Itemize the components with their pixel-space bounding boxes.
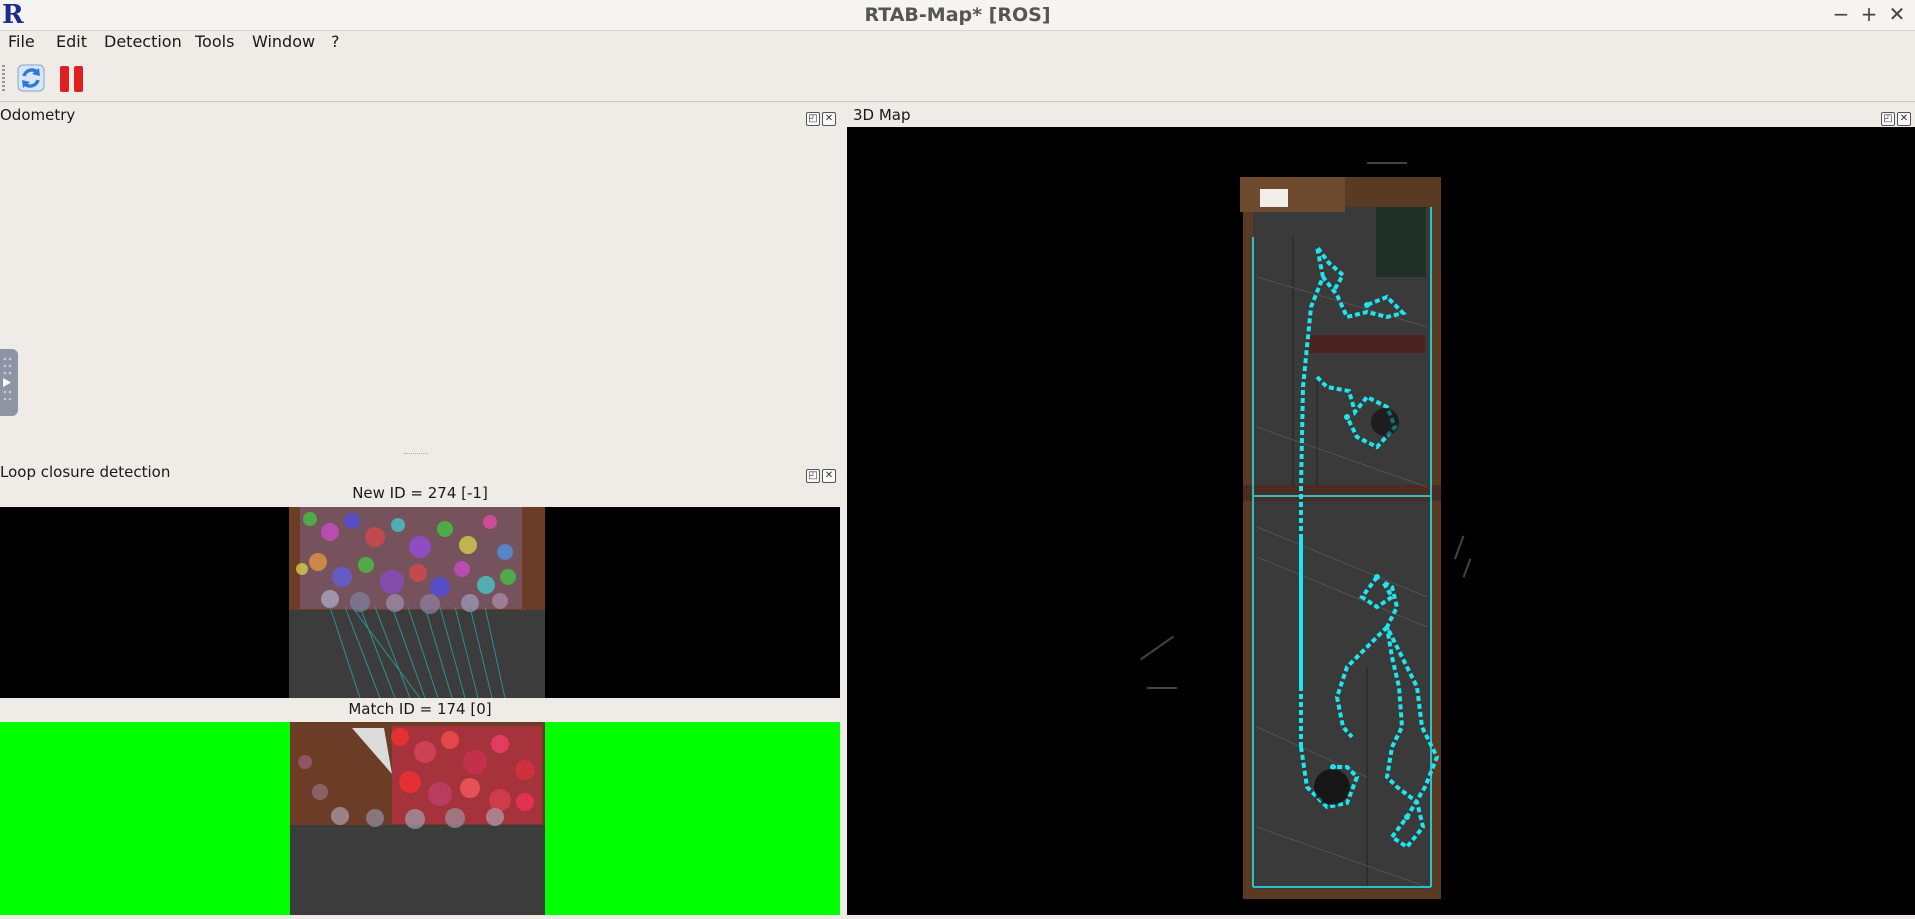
new-image-view[interactable] xyxy=(0,507,840,698)
loop-closure-dock-buttons: ◰ ✕ xyxy=(804,464,836,483)
dock-float-icon[interactable]: ◰ xyxy=(806,469,820,483)
pause-button[interactable] xyxy=(55,61,89,95)
match-id-label: Match ID = 174 [0] xyxy=(348,700,492,718)
map3d-dock-title: 3D Map xyxy=(853,106,911,124)
dock-close-icon[interactable]: ✕ xyxy=(1897,112,1911,126)
odometry-dock-buttons: ◰ ✕ xyxy=(804,107,836,126)
match-image-view[interactable] xyxy=(0,722,840,915)
toolbar xyxy=(0,55,1915,102)
maximize-button[interactable]: + xyxy=(1857,0,1881,30)
dock-close-icon[interactable]: ✕ xyxy=(822,112,836,126)
new-image-scene xyxy=(289,507,545,698)
match-image-scene xyxy=(290,722,545,915)
side-panel-handle[interactable] xyxy=(0,349,18,416)
pause-icon xyxy=(60,66,83,92)
loop-closure-dock-title: Loop closure detection xyxy=(0,463,171,481)
dock-splitter[interactable] xyxy=(404,453,428,456)
menu-help[interactable]: ? xyxy=(331,30,340,54)
map3d-dock-buttons: ◰ ✕ xyxy=(1879,107,1911,126)
title-bar: R RTAB-Map* [ROS] − + ✕ xyxy=(0,0,1915,31)
new-id-label: New ID = 274 [-1] xyxy=(352,484,488,502)
map-3d-view[interactable] xyxy=(847,127,1915,915)
menu-bar: File Edit Detection Tools Window ? xyxy=(0,30,1915,54)
menu-detection[interactable]: Detection xyxy=(104,30,182,54)
minimize-button[interactable]: − xyxy=(1829,0,1853,30)
toolbar-grip[interactable] xyxy=(2,65,5,91)
refresh-icon xyxy=(17,64,45,92)
menu-window[interactable]: Window xyxy=(252,30,315,54)
handle-grip-icon xyxy=(3,357,12,401)
refresh-button[interactable] xyxy=(14,61,48,95)
dock-float-icon[interactable]: ◰ xyxy=(1881,112,1895,126)
odometry-dock-title: Odometry xyxy=(0,106,76,124)
window-title: RTAB-Map* [ROS] xyxy=(864,4,1051,26)
dock-float-icon[interactable]: ◰ xyxy=(806,112,820,126)
menu-tools[interactable]: Tools xyxy=(195,30,234,54)
dock-close-icon[interactable]: ✕ xyxy=(822,469,836,483)
close-button[interactable]: ✕ xyxy=(1885,0,1909,30)
menu-file[interactable]: File xyxy=(8,30,35,54)
menu-edit[interactable]: Edit xyxy=(56,30,87,54)
point-cloud-map xyxy=(1140,162,1472,899)
